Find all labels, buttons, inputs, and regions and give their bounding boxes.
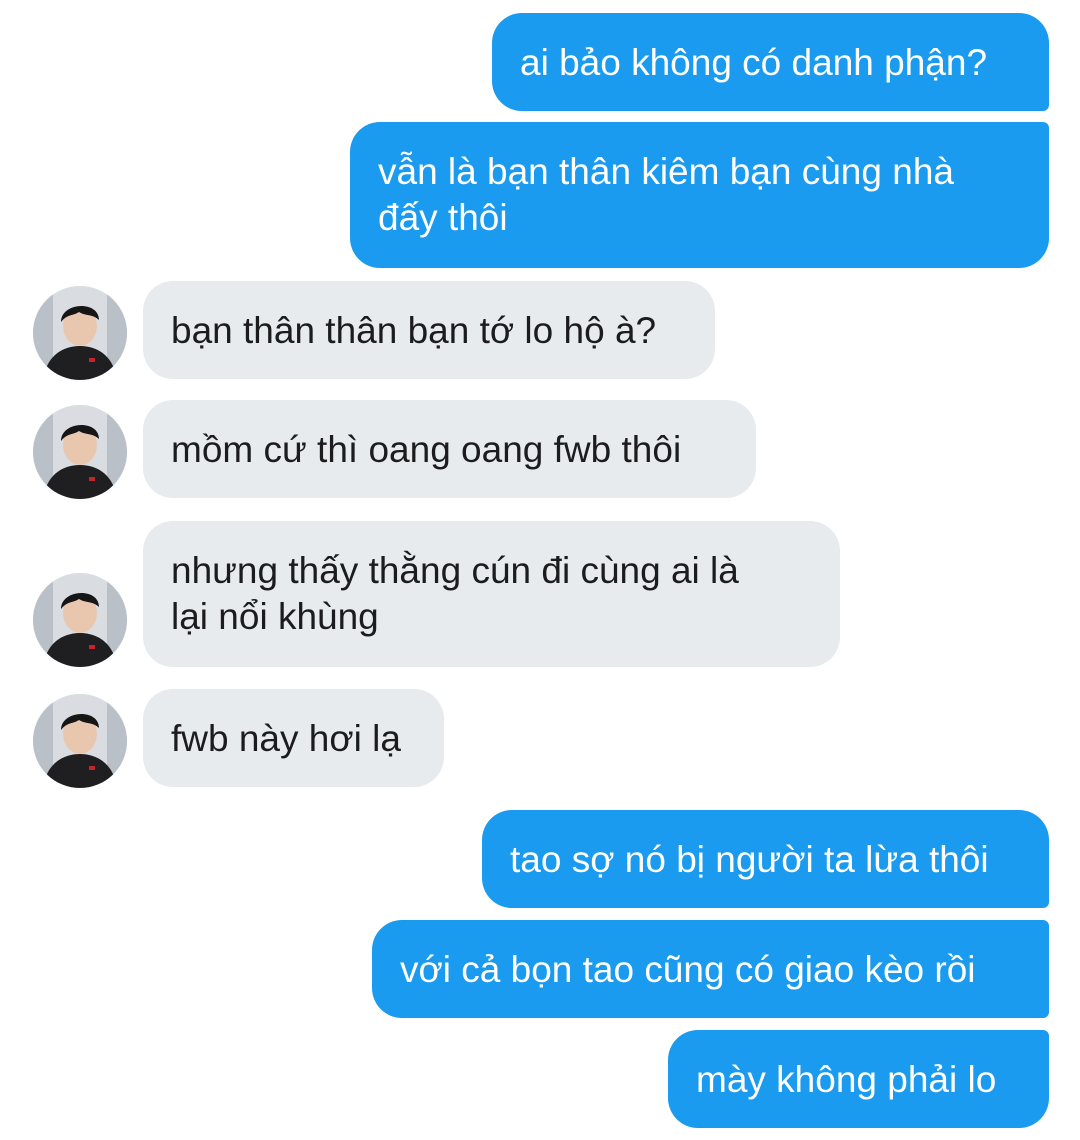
user-avatar-icon (33, 694, 127, 788)
contact-avatar[interactable] (33, 573, 127, 667)
user-avatar-icon (33, 405, 127, 499)
message-text: với cả bọn tao cũng có giao kèo rồi (400, 949, 976, 990)
message-text: fwb này hơi lạ (171, 718, 401, 759)
contact-avatar[interactable] (33, 405, 127, 499)
message-text: bạn thân thân bạn tớ lo hộ à? (171, 310, 657, 351)
message-text-line: đấy thôi (378, 197, 508, 238)
message-bubble-outgoing[interactable]: tao sợ nó bị người ta lừa thôi (482, 810, 1049, 908)
message-text: ai bảo không có danh phận? (520, 42, 988, 83)
message-text-line: nhưng thấy thằng cún đi cùng ai là (171, 550, 739, 591)
message-text-line: vẫn là bạn thân kiêm bạn cùng nhà (378, 151, 954, 192)
message-bubble-outgoing[interactable]: vẫn là bạn thân kiêm bạn cùng nhà đấy th… (350, 122, 1049, 268)
message-bubble-incoming[interactable]: bạn thân thân bạn tớ lo hộ à? (143, 281, 715, 379)
message-text: tao sợ nó bị người ta lừa thôi (510, 839, 989, 880)
message-bubble-outgoing[interactable]: mày không phải lo (668, 1030, 1049, 1128)
message-bubble-incoming[interactable]: fwb này hơi lạ (143, 689, 444, 787)
message-bubble-incoming[interactable]: nhưng thấy thằng cún đi cùng ai là lại n… (143, 521, 840, 667)
message-bubble-incoming[interactable]: mồm cứ thì oang oang fwb thôi (143, 400, 756, 498)
message-text: mồm cứ thì oang oang fwb thôi (171, 429, 682, 470)
message-bubble-outgoing[interactable]: với cả bọn tao cũng có giao kèo rồi (372, 920, 1049, 1018)
user-avatar-icon (33, 573, 127, 667)
message-text-line: lại nổi khùng (171, 596, 379, 637)
message-text: mày không phải lo (696, 1059, 997, 1100)
message-bubble-outgoing[interactable]: ai bảo không có danh phận? (492, 13, 1049, 111)
user-avatar-icon (33, 286, 127, 380)
contact-avatar[interactable] (33, 694, 127, 788)
contact-avatar[interactable] (33, 286, 127, 380)
